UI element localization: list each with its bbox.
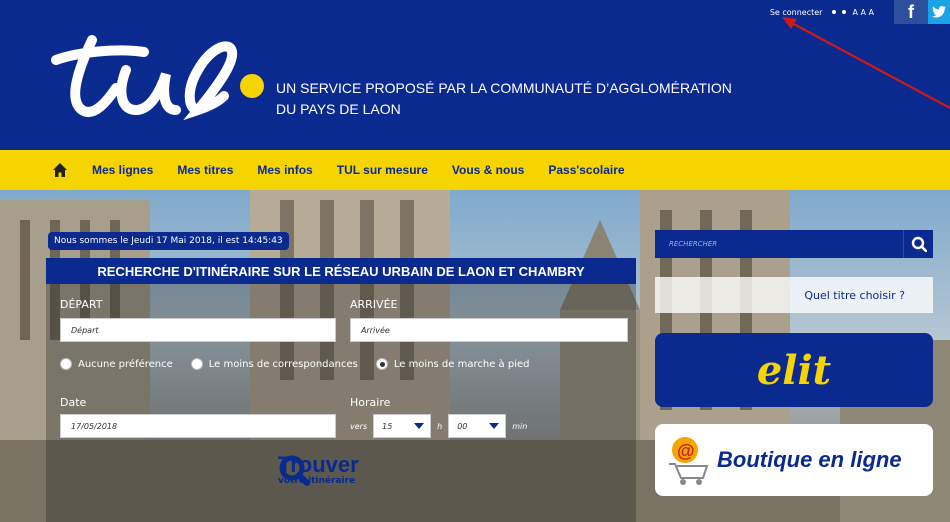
arrivee-input[interactable]: Arrivée: [350, 318, 628, 342]
quel-titre-link[interactable]: Quel titre choisir ?: [655, 277, 933, 313]
elit-logo: elit: [756, 346, 832, 394]
date-label: Date: [60, 396, 87, 409]
site-header: Se connecter A A A f UN SERVICE PROPOSÉ …: [0, 0, 950, 150]
site-search-input[interactable]: RECHERCHER: [655, 230, 903, 258]
nav-item-mes-titres[interactable]: Mes titres: [177, 163, 233, 177]
preference-options: Aucune préférence Le moins de correspond…: [60, 358, 541, 370]
radio-label: Le moins de marche à pied: [393, 358, 530, 370]
time-selectors: vers 15 h 00 min: [350, 414, 527, 438]
nav-item-vous-et-nous[interactable]: Vous & nous: [452, 163, 524, 177]
radio-moins-marche[interactable]: [375, 358, 388, 370]
site-tagline: UN SERVICE PROPOSÉ PAR LA COMMUNAUTÉ D’A…: [276, 78, 732, 120]
radio-label: Le moins de correspondances: [208, 358, 358, 370]
min-label: min: [512, 421, 528, 431]
date-input[interactable]: 17/05/2018: [60, 414, 336, 438]
login-link[interactable]: Se connecter: [770, 8, 823, 17]
boutique-banner[interactable]: @ Boutique en ligne: [655, 424, 933, 496]
svg-text:@: @: [677, 441, 695, 461]
tagline-line-1: UN SERVICE PROPOSÉ PAR LA COMMUNAUTÉ D’A…: [276, 80, 732, 96]
dot-icon: [842, 10, 847, 14]
panel-title: RECHERCHE D'ITINÉRAIRE SUR LE RÉSEAU URB…: [46, 258, 636, 284]
shopping-cart-icon: @: [669, 437, 709, 485]
font-size-controls[interactable]: A A A: [852, 8, 874, 17]
minute-value: 00: [457, 421, 468, 431]
social-links: f: [894, 0, 950, 24]
depart-input[interactable]: Départ: [60, 318, 336, 342]
search-icon: [279, 455, 310, 486]
site-search: RECHERCHER: [655, 230, 933, 258]
facebook-icon[interactable]: f: [894, 0, 928, 24]
h-label: h: [437, 421, 443, 431]
nav-item-mes-infos[interactable]: Mes infos: [257, 163, 312, 177]
chevron-down-icon: [489, 423, 500, 429]
elit-banner[interactable]: elit: [655, 333, 933, 407]
itinerary-search-panel: RECHERCHE D'ITINÉRAIRE SUR LE RÉSEAU URB…: [46, 258, 636, 522]
hour-value: 15: [382, 421, 393, 431]
radio-aucune-preference[interactable]: [60, 358, 72, 370]
home-icon[interactable]: [52, 162, 68, 178]
search-icon: [911, 236, 927, 252]
boutique-label: Boutique en ligne: [717, 447, 902, 472]
arrivee-label: ARRIVÉE: [350, 298, 398, 311]
nav-item-tul-sur-mesure[interactable]: TUL sur mesure: [337, 163, 428, 177]
site-search-button[interactable]: [903, 230, 933, 258]
radio-label: Aucune préférence: [78, 358, 173, 370]
depart-label: DÉPART: [60, 298, 103, 311]
find-itinerary-button[interactable]: Trouver votre itinéraire: [278, 454, 359, 486]
nav-item-mes-lignes[interactable]: Mes lignes: [92, 163, 153, 177]
twitter-icon[interactable]: [928, 0, 950, 24]
dot-icon: [832, 10, 837, 14]
minute-select[interactable]: 00: [448, 414, 507, 438]
horaire-label: Horaire: [350, 396, 391, 409]
radio-moins-correspondances[interactable]: [190, 358, 203, 370]
vers-label: vers: [350, 421, 368, 431]
top-bar: Se connecter A A A f: [770, 0, 950, 24]
chevron-down-icon: [414, 423, 425, 429]
current-datetime: Nous sommes le Jeudi 17 Mai 2018, il est…: [48, 232, 289, 250]
nav-item-pass-scolaire[interactable]: Pass'scolaire: [548, 163, 624, 177]
main-nav: Mes lignes Mes titres Mes infos TUL sur …: [0, 150, 950, 190]
hour-select[interactable]: 15: [373, 414, 432, 438]
tagline-line-2: DU PAYS DE LAON: [276, 101, 401, 117]
tul-logo[interactable]: [48, 30, 268, 121]
